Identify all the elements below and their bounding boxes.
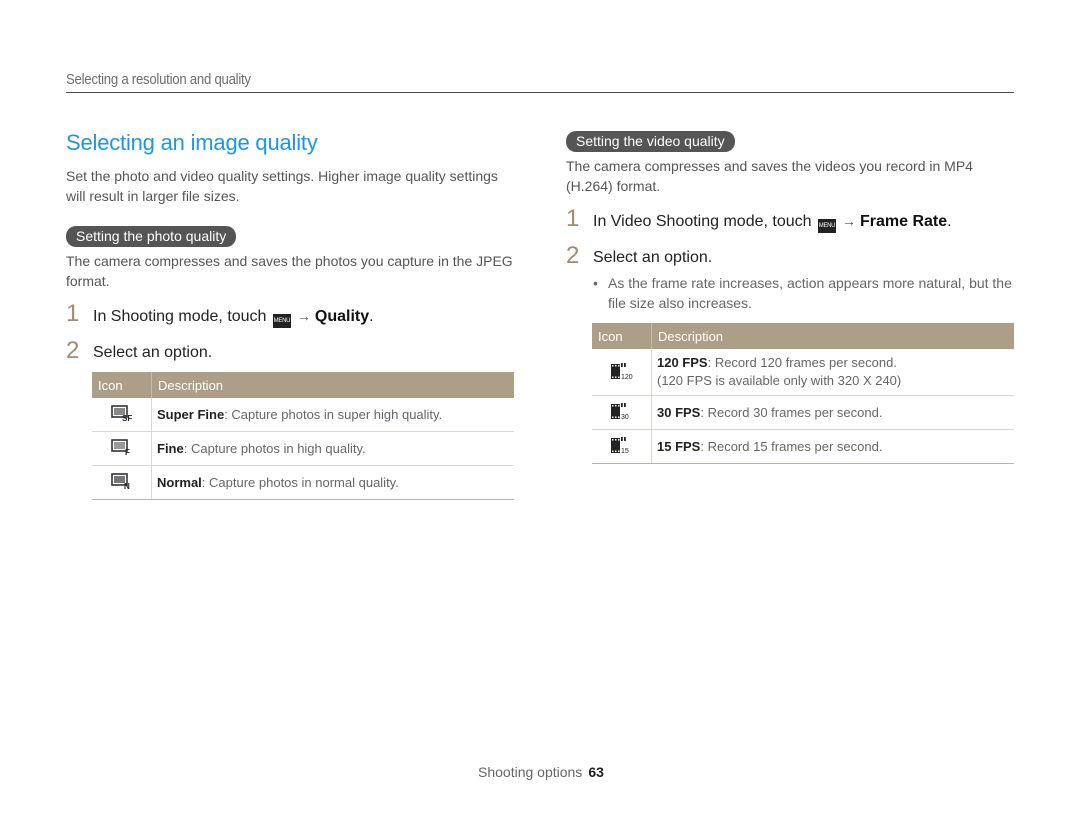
fps-icon-label: 120 xyxy=(621,374,633,381)
step-2: 2 Select an option. xyxy=(66,337,514,364)
bullet-icon: • xyxy=(593,275,598,291)
step-number: 2 xyxy=(66,337,80,364)
table-row: F Fine: Capture photos in high quality. xyxy=(92,431,514,466)
arrow-icon: → xyxy=(841,213,856,229)
photo-quality-text: The camera compresses and saves the phot… xyxy=(66,253,513,289)
fps-30-icon: 30 xyxy=(610,403,629,421)
svg-text:F: F xyxy=(125,448,130,456)
table-header-description: Description xyxy=(151,372,514,398)
fps-icon-label: 15 xyxy=(621,448,629,455)
step-2: 2 Select an option. xyxy=(566,242,1014,269)
intro-text: Set the photo and video quality settings… xyxy=(66,168,498,204)
table-row: 30 30 FPS: Record 30 frames per second. xyxy=(592,395,1014,430)
page-number: 63 xyxy=(588,764,604,780)
header-divider xyxy=(66,92,1014,93)
fps-15-icon: 15 xyxy=(610,437,629,455)
super-fine-quality-icon: SF xyxy=(110,405,132,423)
page-title: Selecting an image quality xyxy=(66,130,318,155)
option-name: Fine xyxy=(157,441,184,456)
option-desc: : Record 30 frames per second. xyxy=(700,405,883,420)
menu-icon: MENU xyxy=(817,219,836,233)
step-text: Select an option. xyxy=(93,344,213,361)
step-number: 2 xyxy=(566,242,580,269)
frame-rate-table: Icon Description 120 120 FPS: Record 120… xyxy=(592,323,1014,464)
footer-section: Shooting options xyxy=(478,764,583,780)
fps-120-icon: 120 xyxy=(610,362,633,381)
option-name: 120 FPS xyxy=(657,355,708,370)
step-1: 1 In Shooting mode, touch MENU → Quality. xyxy=(66,300,514,328)
fps-icon-label: 30 xyxy=(621,414,629,421)
step-punct: . xyxy=(369,308,374,325)
bullet-note: • As the frame rate increases, action ap… xyxy=(566,273,1014,313)
option-desc: : Capture photos in super high quality. xyxy=(224,407,443,422)
step-text: In Video Shooting mode, touch xyxy=(593,213,812,230)
table-header-icon: Icon xyxy=(592,323,652,349)
video-quality-text: The camera compresses and saves the vide… xyxy=(566,158,973,194)
table-row: N Normal: Capture photos in normal quali… xyxy=(92,465,514,500)
menu-icon: MENU xyxy=(272,314,291,328)
section-label-video-quality: Setting the video quality xyxy=(566,131,735,152)
svg-text:N: N xyxy=(124,482,130,490)
page-footer: Shooting options 63 xyxy=(478,764,604,780)
option-name: Normal xyxy=(157,475,202,490)
option-desc: : Capture photos in normal quality. xyxy=(201,475,399,490)
option-name: 15 FPS xyxy=(657,439,701,454)
step-number: 1 xyxy=(66,300,80,327)
table-row: 15 15 FPS: Record 15 frames per second. xyxy=(592,429,1014,464)
step-1: 1 In Video Shooting mode, touch MENU → Fra… xyxy=(566,205,1014,233)
fine-quality-icon: F xyxy=(110,439,130,457)
option-desc: : Record 120 frames per second. xyxy=(707,355,897,370)
bullet-text: As the frame rate increases, action appe… xyxy=(608,275,1012,311)
step-text: Select an option. xyxy=(593,249,713,266)
photo-quality-table: Icon Description SF Super Fine: Capture … xyxy=(92,372,514,500)
step-punct: . xyxy=(947,213,952,230)
right-column: Setting the video quality The camera com… xyxy=(566,131,1014,464)
step-target: Frame Rate xyxy=(859,213,948,230)
section-label-photo-quality: Setting the photo quality xyxy=(66,226,237,247)
table-header-description: Description xyxy=(651,323,1014,349)
option-name: 30 FPS xyxy=(657,405,701,420)
option-desc: : Capture photos in high quality. xyxy=(183,441,366,456)
step-target: Quality xyxy=(314,308,370,325)
table-row: 120 120 FPS: Record 120 frames per secon… xyxy=(592,349,1014,396)
option-note: (120 FPS is available only with 320 X 24… xyxy=(657,373,902,388)
arrow-icon: → xyxy=(296,308,311,324)
svg-text:SF: SF xyxy=(122,414,132,422)
table-row: SF Super Fine: Capture photos in super h… xyxy=(92,398,514,432)
option-desc: : Record 15 frames per second. xyxy=(700,439,883,454)
step-number: 1 xyxy=(566,205,580,232)
normal-quality-icon: N xyxy=(110,473,130,491)
option-name: Super Fine xyxy=(157,407,225,422)
breadcrumb: Selecting a resolution and quality xyxy=(66,71,251,88)
table-header-icon: Icon xyxy=(92,372,152,398)
step-text: In Shooting mode, touch xyxy=(93,308,267,325)
left-column: Selecting an image quality Set the photo… xyxy=(66,130,514,500)
